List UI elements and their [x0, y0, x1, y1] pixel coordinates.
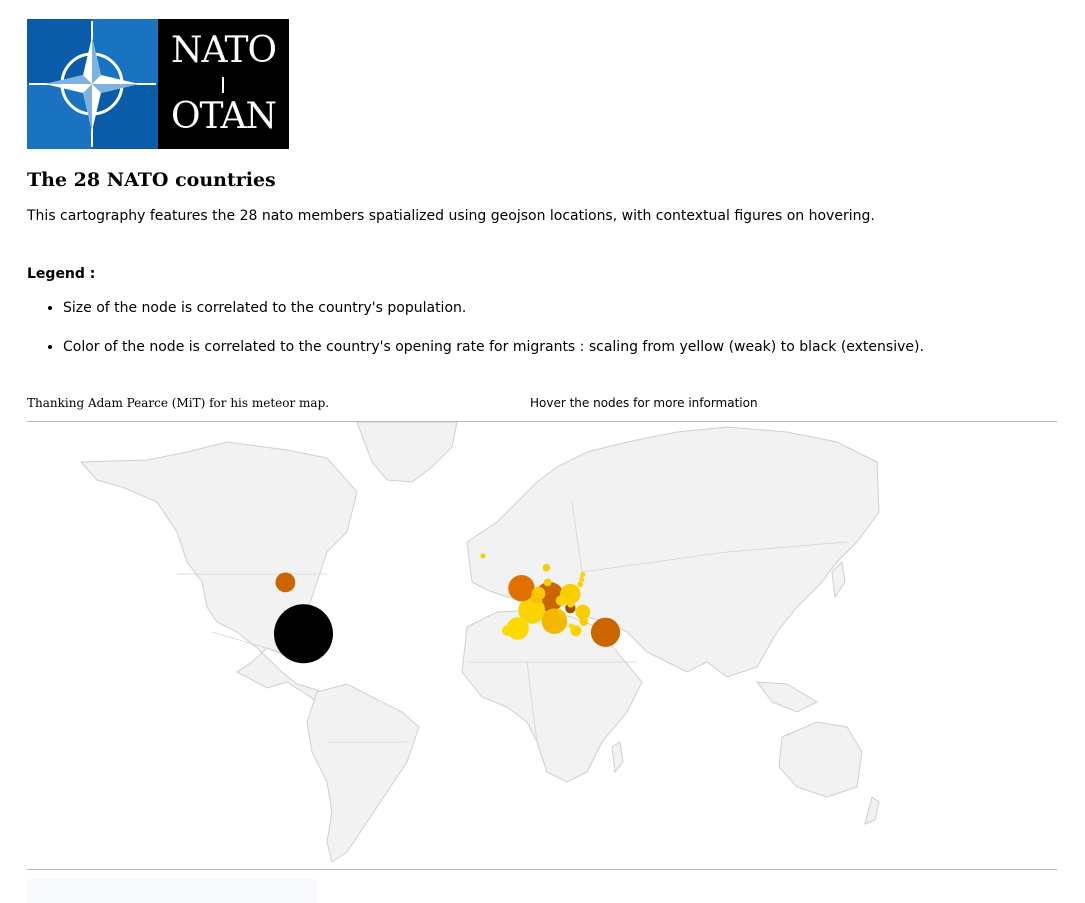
world-map[interactable] [27, 421, 1057, 868]
node-estonia[interactable] [580, 572, 586, 578]
land-masses [79, 421, 880, 863]
land-greenland [356, 421, 458, 483]
land-southeast-asia [755, 681, 819, 713]
map-bottom-divider [27, 869, 1057, 870]
node-norway[interactable] [542, 563, 551, 572]
nato-compass-emblem [27, 19, 158, 149]
land-australia [778, 721, 863, 798]
node-iceland[interactable] [480, 553, 486, 559]
map-credit: Thanking Adam Pearce (MiT) for his meteo… [27, 396, 330, 410]
node-latvia[interactable] [579, 577, 585, 583]
world-map-svg[interactable] [27, 421, 1057, 868]
legend-item-color: Color of the node is correlated to the c… [63, 333, 1063, 372]
logo-text-nato: NATO [170, 30, 277, 71]
nato-logo: NATO OTAN [27, 19, 289, 149]
logo-divider [222, 77, 224, 93]
hover-hint: Hover the nodes for more information [530, 396, 758, 410]
node-lithuania[interactable] [577, 581, 584, 588]
land-south-america [306, 683, 420, 863]
node-portugal[interactable] [502, 625, 513, 636]
node-albania[interactable] [568, 623, 575, 629]
node-luxembourg[interactable] [537, 598, 543, 604]
land-new-zealand [864, 796, 880, 825]
node-slovakia[interactable] [566, 600, 575, 608]
legend-list: Size of the node is correlated to the co… [27, 294, 1063, 372]
land-japan [831, 560, 846, 599]
node-canada[interactable] [275, 572, 296, 593]
compass-star-icon [27, 19, 158, 149]
land-north-america [79, 441, 358, 723]
tooltip-box [27, 879, 317, 903]
page-description: This cartography features the 28 nato me… [27, 208, 875, 224]
node-turkey[interactable] [590, 617, 621, 647]
legend-item-size: Size of the node is correlated to the co… [63, 294, 1063, 333]
node-united-kingdom[interactable] [508, 575, 535, 602]
page-title: The 28 NATO countries [27, 169, 276, 191]
node-united-states[interactable] [274, 604, 333, 664]
nato-wordmark: NATO OTAN [158, 19, 289, 149]
node-czech-republic[interactable] [555, 595, 567, 606]
legend-title: Legend : [27, 266, 96, 282]
node-denmark[interactable] [543, 578, 552, 587]
land-madagascar [611, 741, 624, 774]
logo-text-otan: OTAN [170, 96, 277, 137]
node-slovenia[interactable] [557, 609, 563, 614]
node-bulgaria[interactable] [579, 617, 589, 626]
